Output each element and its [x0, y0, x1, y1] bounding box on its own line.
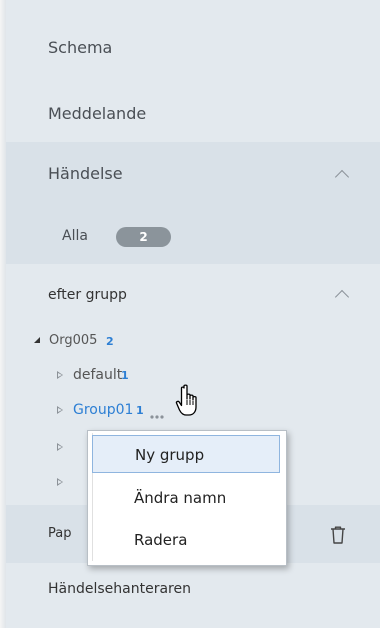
section-efter-grupp[interactable]: efter grupp — [6, 266, 380, 324]
chevron-up-icon[interactable] — [334, 169, 350, 185]
nav-item-pap-label: Pap — [48, 526, 72, 541]
collapsed-triangle-icon[interactable] — [57, 478, 63, 486]
tree-item-label: default — [73, 367, 123, 383]
menu-item-new-group[interactable]: Ny grupp — [92, 435, 280, 473]
collapsed-triangle-icon[interactable] — [57, 406, 63, 414]
nav-item-schema-label: Schema — [48, 38, 113, 57]
tree-node-default[interactable]: default 1 — [6, 364, 380, 386]
menu-item-label: Ändra namn — [134, 489, 227, 507]
tree-node-root[interactable]: Org005 2 — [6, 330, 380, 352]
nav-item-alla-label: Alla — [62, 228, 88, 244]
nav-item-alla[interactable]: Alla — [6, 206, 380, 264]
tree-item-count: 1 — [121, 369, 129, 382]
count-badge: 2 — [116, 227, 171, 247]
menu-item-label: Ny grupp — [135, 446, 205, 464]
menu-item-delete[interactable]: Radera — [92, 521, 280, 559]
section-efter-grupp-label: efter grupp — [48, 287, 127, 303]
nav-item-schema[interactable]: Schema — [6, 17, 380, 79]
tree-item-count: 1 — [136, 404, 144, 417]
trash-icon[interactable] — [330, 526, 346, 544]
tree-item-label: Group01 — [73, 402, 134, 418]
expanded-triangle-icon[interactable] — [34, 337, 40, 343]
collapsed-triangle-icon[interactable] — [57, 371, 63, 379]
context-menu: Ny grupp Ändra namn Radera — [87, 430, 287, 566]
edit-icon[interactable] — [149, 406, 165, 419]
tree-root-label: Org005 — [49, 333, 98, 348]
nav-item-handelsehanteraren[interactable]: Händelsehanteraren — [6, 563, 380, 615]
collapsed-triangle-icon[interactable] — [57, 443, 63, 451]
section-handelse[interactable]: Händelse — [6, 142, 380, 206]
menu-item-label: Radera — [134, 531, 188, 549]
nav-item-meddelande[interactable]: Meddelande — [6, 83, 380, 145]
section-handelse-label: Händelse — [48, 164, 123, 183]
nav-item-handelsehanteraren-label: Händelsehanteraren — [48, 581, 191, 597]
hand-cursor-icon — [175, 384, 205, 420]
menu-item-rename[interactable]: Ändra namn — [92, 479, 280, 517]
chevron-up-icon[interactable] — [334, 289, 350, 305]
tree-root-count: 2 — [106, 335, 114, 348]
nav-item-meddelande-label: Meddelande — [48, 104, 147, 123]
